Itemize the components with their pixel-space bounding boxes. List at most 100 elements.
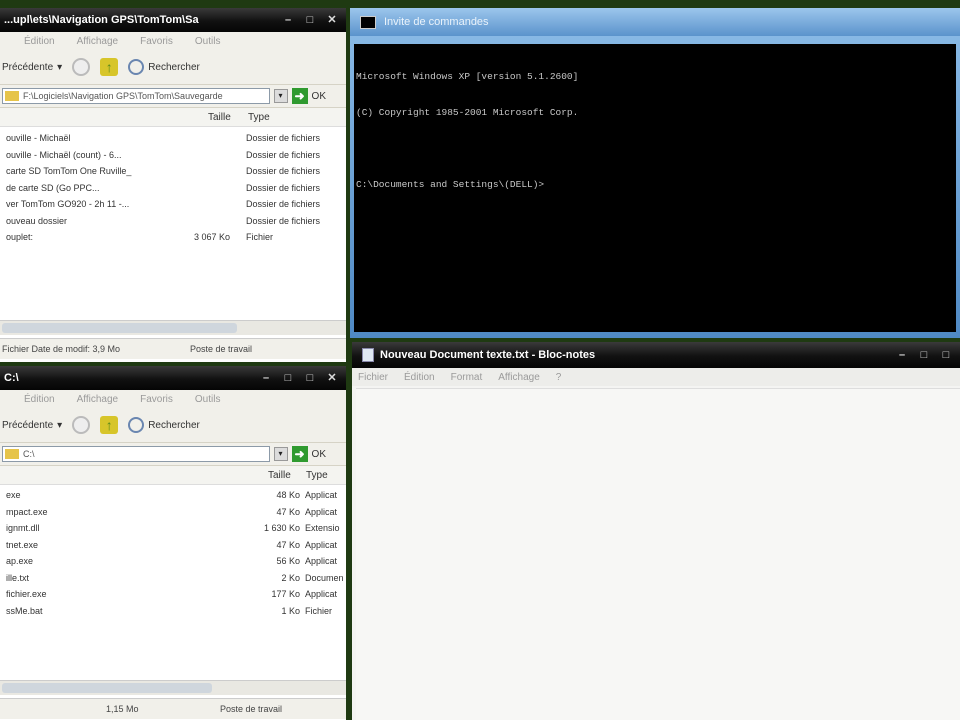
- search-icon: [128, 59, 145, 75]
- explorer-bottom-titlebar[interactable]: C:\ – □ □ ✕: [0, 366, 346, 390]
- console-window[interactable]: Invite de commandes Microsoft Windows XP…: [350, 8, 960, 338]
- table-row[interactable]: de carte SD (Go PPC... Dossier de fichier…: [0, 181, 346, 198]
- scroll-thumb[interactable]: [2, 683, 212, 693]
- search-icon: [128, 417, 145, 433]
- menu-item-edit[interactable]: Édition: [404, 372, 435, 383]
- explorer-window-top[interactable]: ...upl\ets\Navigation GPS\TomTom\Sa – □ …: [0, 8, 346, 362]
- table-row[interactable]: carte SD TomTom One Ruville_ Dossier de f…: [0, 164, 346, 181]
- table-row[interactable]: exe 48 Ko Applicat: [0, 488, 346, 505]
- table-row[interactable]: ouveau dossier Dossier de fichiers: [0, 214, 346, 231]
- column-headers: Taille Type: [0, 466, 346, 485]
- folder-up-icon[interactable]: ↑: [100, 58, 119, 76]
- maximize-icon[interactable]: □: [304, 372, 316, 384]
- column-type[interactable]: Type: [248, 112, 270, 123]
- menu-item-view[interactable]: Affichage: [498, 372, 540, 383]
- back-button[interactable]: Précédente ▾: [2, 420, 62, 431]
- notepad-text-area[interactable]: [356, 388, 960, 720]
- table-row[interactable]: tnet.exe 47 Ko Applicat: [0, 538, 346, 555]
- menu-item-favorites[interactable]: Favoris: [140, 394, 173, 405]
- explorer-top-titlebar[interactable]: ...upl\ets\Navigation GPS\TomTom\Sa – □ …: [0, 8, 346, 32]
- table-row[interactable]: ignmt.dll 1 630 Ko Extensio: [0, 521, 346, 538]
- file-type: Applicat: [305, 589, 338, 599]
- minimize-icon[interactable]: –: [282, 14, 294, 26]
- table-row[interactable]: ille.txt 2 Ko Documen: [0, 571, 346, 588]
- chevron-down-icon[interactable]: ▾: [273, 89, 288, 103]
- file-type: Extensio: [305, 523, 340, 533]
- back-label: Précédente: [2, 61, 54, 73]
- file-size: 2 Ko: [281, 572, 300, 583]
- horizontal-scrollbar[interactable]: [0, 320, 346, 335]
- menu-item-format[interactable]: Format: [451, 372, 483, 383]
- column-size[interactable]: Taille: [208, 112, 231, 123]
- menu-item-edit[interactable]: Édition: [24, 36, 55, 47]
- menu-item-help[interactable]: ?: [556, 372, 562, 383]
- go-button[interactable]: ➜: [291, 446, 308, 462]
- table-row[interactable]: ouville - Michaël (count) - 6... Dossier …: [0, 148, 346, 165]
- notepad-icon: [362, 348, 374, 362]
- explorer-window-bottom[interactable]: C:\ – □ □ ✕ Édition Affichage Favoris Ou…: [0, 366, 346, 720]
- forward-icon[interactable]: [72, 58, 91, 76]
- file-name: mpact.exe: [6, 506, 48, 517]
- menu-bar: Édition Affichage Favoris Outils: [0, 32, 346, 50]
- restore-icon[interactable]: □: [282, 372, 294, 384]
- file-size: 48 Ko: [276, 490, 300, 500]
- menu-item-edit[interactable]: Édition: [24, 394, 55, 405]
- minimize-icon[interactable]: –: [896, 349, 908, 361]
- status-bar: Fichier Date de modif: 3,9 Mo Poste de t…: [0, 338, 346, 359]
- menu-item-file[interactable]: Fichier: [358, 372, 388, 383]
- table-row[interactable]: mpact.exe 47 Ko Applicat: [0, 505, 346, 522]
- table-row[interactable]: ssMe.bat 1 Ko Fichier: [0, 604, 346, 621]
- address-text: C:\: [23, 449, 35, 459]
- notepad-titlebar[interactable]: Nouveau Document texte.txt - Bloc-notes …: [352, 342, 960, 368]
- address-input[interactable]: C:\: [2, 446, 270, 462]
- file-type: Dossier de fichiers: [246, 133, 321, 143]
- file-type: Documen: [305, 572, 344, 583]
- column-size[interactable]: Taille: [268, 470, 291, 481]
- menu-item-view[interactable]: Affichage: [77, 394, 119, 405]
- console-titlebar[interactable]: Invite de commandes: [350, 8, 960, 36]
- file-type: Dossier de fichiers: [246, 199, 321, 209]
- table-row[interactable]: ap.exe 56 Ko Applicat: [0, 554, 346, 571]
- go-button[interactable]: ➜: [291, 88, 308, 104]
- address-bar: C:\ ▾ ➜ OK: [0, 443, 346, 466]
- search-button[interactable]: Rechercher: [128, 417, 200, 433]
- file-name: ap.exe: [6, 556, 34, 566]
- horizontal-scrollbar[interactable]: [0, 680, 346, 695]
- file-name: ver TomTom GO920 - 2h 11 -...: [6, 199, 130, 209]
- minimize-icon[interactable]: –: [260, 372, 272, 384]
- go-label[interactable]: OK: [312, 449, 346, 460]
- forward-icon[interactable]: [72, 416, 91, 434]
- menu-item-tools[interactable]: Outils: [195, 36, 221, 47]
- maximize-icon[interactable]: □: [940, 349, 952, 361]
- close-icon[interactable]: ✕: [326, 14, 338, 26]
- search-button[interactable]: Rechercher: [128, 59, 200, 75]
- folder-up-icon[interactable]: ↑: [100, 416, 119, 434]
- table-row[interactable]: fichier.exe 177 Ko Applicat: [0, 587, 346, 604]
- go-label[interactable]: OK: [312, 91, 346, 102]
- menu-item-tools[interactable]: Outils: [195, 394, 221, 405]
- menu-item-view[interactable]: Affichage: [77, 36, 119, 47]
- chevron-down-icon[interactable]: ▾: [273, 447, 288, 461]
- address-bar: F:\Logiciels\Navigation GPS\TomTom\Sauve…: [0, 85, 346, 108]
- address-input[interactable]: F:\Logiciels\Navigation GPS\TomTom\Sauve…: [2, 88, 270, 104]
- column-type[interactable]: Type: [306, 470, 328, 481]
- file-list: ouville - Michaël Dossier de fichiers ouv…: [0, 127, 346, 247]
- maximize-icon[interactable]: □: [304, 14, 316, 26]
- restore-icon[interactable]: □: [918, 349, 930, 361]
- table-row[interactable]: ver TomTom GO920 - 2h 11 -... Dossier de …: [0, 197, 346, 214]
- status-left: 1,15 Mo: [106, 704, 139, 714]
- table-row[interactable]: ouplet: 3 067 Ko Fichier: [0, 230, 346, 247]
- console-line: (C) Copyright 1985-2001 Microsoft Corp.: [356, 107, 579, 118]
- file-name: ouplet:: [6, 232, 34, 242]
- window-title: C:\: [4, 372, 19, 384]
- folder-icon: [5, 91, 19, 101]
- notepad-window[interactable]: Nouveau Document texte.txt - Bloc-notes …: [352, 342, 960, 720]
- menu-item-favorites[interactable]: Favoris: [140, 36, 173, 47]
- close-icon[interactable]: ✕: [326, 372, 338, 384]
- table-row[interactable]: ouville - Michaël Dossier de fichiers: [0, 131, 346, 148]
- file-type: Fichier: [305, 605, 333, 616]
- scroll-thumb[interactable]: [2, 323, 237, 333]
- back-button[interactable]: Précédente ▾: [2, 62, 62, 73]
- console-output[interactable]: Microsoft Windows XP [version 5.1.2600] …: [354, 44, 956, 332]
